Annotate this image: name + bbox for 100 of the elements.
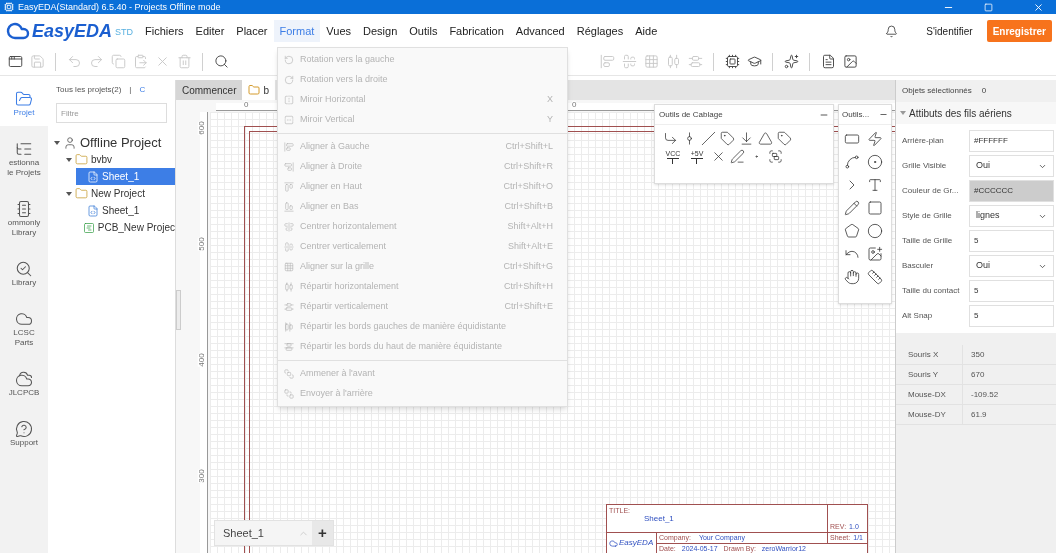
probe-icon[interactable] — [730, 149, 745, 164]
sparkle-icon — [783, 54, 799, 69]
line-icon[interactable] — [701, 131, 716, 146]
menu-item[interactable]: Placer — [230, 20, 274, 42]
menu-item[interactable]: Aide — [629, 20, 664, 42]
menu-item[interactable]: Format — [273, 20, 321, 42]
menu-item[interactable]: Réglages — [570, 20, 630, 42]
property-select[interactable]: Oui — [969, 255, 1054, 277]
rail-item[interactable]: Support — [0, 410, 48, 456]
menu-item[interactable]: Outils — [403, 20, 444, 42]
wire-icon[interactable] — [663, 131, 678, 146]
grid-icon — [643, 54, 659, 69]
caret-icon[interactable] — [66, 191, 72, 196]
maximize-icon[interactable] — [984, 2, 993, 12]
schematic-icon — [87, 204, 99, 217]
folder-icon — [75, 153, 88, 166]
coordinate-value: -109.52 — [962, 385, 999, 404]
rectangle-icon[interactable] — [867, 200, 883, 216]
menu-item-icon — [284, 282, 294, 292]
menu-item[interactable]: Design — [357, 20, 404, 42]
editor-tab[interactable]: Commencer — [176, 80, 243, 100]
rail-item[interactable]: LCSC Parts — [0, 300, 48, 356]
caret-icon[interactable] — [66, 157, 72, 162]
triangle-icon[interactable] — [758, 131, 773, 146]
menu-item[interactable]: Fichiers — [139, 20, 190, 42]
menu-item-icon — [284, 115, 294, 125]
ruler-label: 300 — [197, 469, 206, 483]
text-icon[interactable] — [867, 177, 883, 193]
group-icon[interactable] — [768, 149, 783, 164]
property-field[interactable]: 5 — [969, 280, 1054, 302]
redo-icon — [88, 54, 104, 69]
polygon-icon[interactable] — [844, 223, 860, 239]
pencil-icon[interactable] — [844, 200, 860, 216]
align-icon — [621, 54, 637, 69]
collapse-handle[interactable] — [176, 290, 181, 330]
rail-item[interactable]: ommonly Library — [0, 190, 48, 246]
tree-item[interactable]: bvbv — [64, 151, 175, 168]
curve-icon[interactable] — [844, 154, 860, 170]
projects-filter-tab[interactable]: C — [139, 84, 146, 96]
coordinate-label: Mouse-DY — [907, 408, 947, 421]
bell-icon[interactable] — [885, 24, 899, 38]
port-icon[interactable] — [777, 131, 792, 146]
coordinate-value: 670 — [962, 365, 985, 384]
filter-field[interactable]: Filtre — [56, 103, 167, 123]
rail-item[interactable]: Library — [0, 250, 48, 296]
hand-icon[interactable] — [844, 269, 860, 285]
color-field[interactable]: #FFFFFF — [969, 130, 1054, 152]
tree-item[interactable]: PCB_New Projec — [76, 219, 175, 236]
menu-item-icon — [284, 302, 294, 312]
tree-item[interactable]: Offline Project — [52, 134, 175, 151]
folder-icon — [15, 90, 33, 108]
sign-in-link[interactable]: S'identifier — [926, 23, 973, 39]
sheet-tab[interactable]: Sheet_1 — [215, 521, 295, 545]
frame-icon[interactable] — [844, 131, 860, 147]
property-label: Couleur de Gr... — [902, 185, 960, 197]
folder-icon — [248, 84, 261, 96]
color-field[interactable]: #CCCCCC — [969, 180, 1054, 202]
ruler-label: 0 — [572, 101, 577, 109]
menu-item[interactable]: Fabrication — [443, 20, 510, 42]
menu-item-icon — [284, 95, 294, 105]
bolt-icon[interactable] — [867, 131, 883, 147]
label-icon[interactable] — [720, 131, 735, 146]
rail-item[interactable]: JLCPCB — [0, 360, 48, 406]
menu-item-icon — [284, 222, 294, 232]
tree-item[interactable]: New Project — [64, 185, 175, 202]
property-select[interactable]: Oui — [969, 155, 1054, 177]
section-header[interactable]: Attibuts des fils aériens — [896, 102, 1056, 124]
distribute-icon — [665, 54, 681, 69]
property-field[interactable]: 5 — [969, 305, 1054, 327]
property-field[interactable]: 5 — [969, 230, 1054, 252]
ruler-icon[interactable] — [867, 269, 883, 285]
menu-item-icon — [284, 389, 294, 399]
property-label: Arrière-plan — [902, 135, 945, 147]
add-sheet-button[interactable]: + — [312, 521, 333, 545]
chip-icon — [724, 54, 740, 69]
rail-item[interactable]: Projet — [0, 80, 48, 126]
undo-icon — [66, 54, 82, 69]
projects-filter-tab[interactable]: Tous les projets(2) — [56, 84, 122, 96]
no-connect-icon[interactable] — [711, 149, 726, 164]
folder-icon — [75, 187, 88, 200]
editor-tab[interactable]: b — [242, 80, 276, 100]
rail-item[interactable]: estionna le Projets — [0, 130, 48, 186]
menu-item[interactable]: Advanced — [509, 20, 571, 42]
caret-icon[interactable] — [54, 140, 60, 145]
property-select[interactable]: lignes — [969, 205, 1054, 227]
paste-icon — [132, 54, 148, 69]
window-title: EasyEDA(Standard) 6.5.40 - Projects Offline mode — [18, 2, 221, 12]
tree-item[interactable]: Sheet_1 — [76, 168, 175, 185]
tree-item[interactable]: Sheet_1 — [76, 202, 175, 219]
ground-icon[interactable] — [739, 131, 754, 146]
menu-item[interactable]: Vues — [320, 20, 357, 42]
close-icon[interactable] — [1033, 1, 1044, 13]
image-icon[interactable] — [867, 246, 883, 262]
ruler-label: 600 — [197, 121, 206, 135]
property-label: Taille du contact — [902, 285, 961, 297]
circle-icon[interactable] — [867, 223, 883, 239]
menu-item-icon — [284, 369, 294, 379]
copy-icon — [110, 54, 126, 69]
align-icon — [599, 54, 615, 69]
menu-item[interactable]: Editer — [189, 20, 231, 42]
